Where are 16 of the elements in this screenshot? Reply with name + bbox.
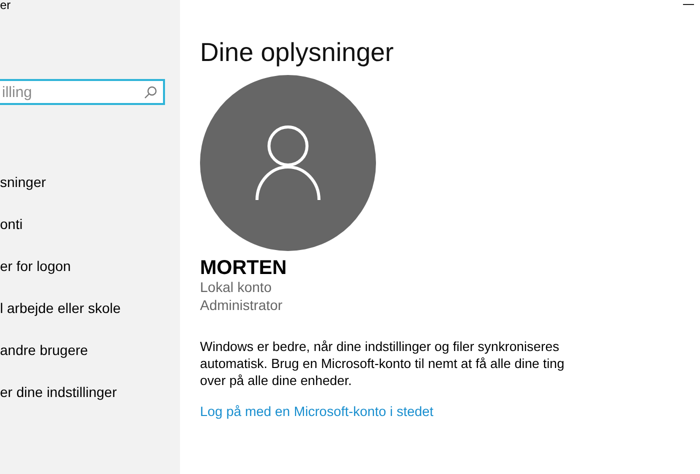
search-field[interactable]: illing <box>0 79 165 105</box>
page-heading: Dine oplysninger <box>200 36 395 68</box>
search-icon[interactable] <box>144 86 157 99</box>
nav-item[interactable]: l arbejde eller skole <box>0 299 121 317</box>
nav-item[interactable]: sninger <box>0 173 46 191</box>
account-type: Lokal konto <box>200 278 273 296</box>
nav-item[interactable]: er for logon <box>0 257 71 275</box>
user-role: Administrator <box>200 296 284 314</box>
nav-item[interactable]: andre brugere <box>0 341 88 359</box>
nav-item[interactable]: er dine indstillinger <box>0 383 117 401</box>
user-name: MORTEN <box>200 258 288 278</box>
user-icon <box>254 125 322 201</box>
sign-in-link[interactable]: Log på med en Microsoft-konto i stedet <box>200 404 434 419</box>
window-title: er <box>0 0 12 14</box>
description: Windows er bedre, når dine indstillinger og filer synkroniseres automatisk. Brug en Microsoft-konto til nemt at få alle dine ting over på alle dine enheder. <box>200 338 566 389</box>
nav-item[interactable]: onti <box>0 215 23 233</box>
